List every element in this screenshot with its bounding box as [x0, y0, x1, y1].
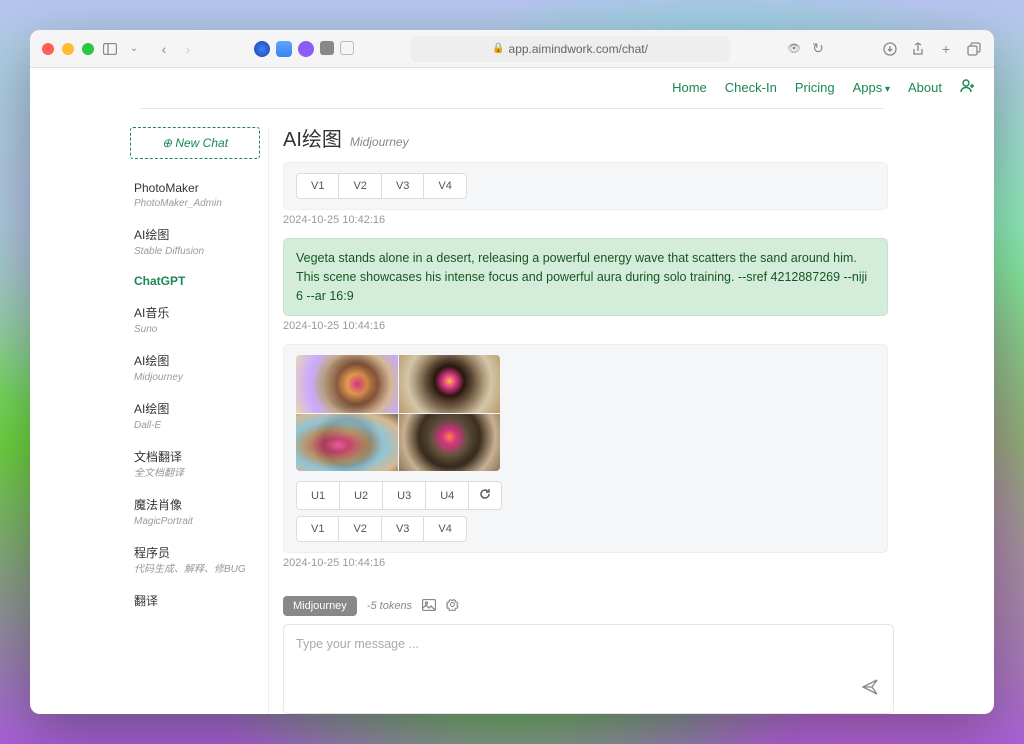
window-controls [42, 43, 94, 55]
nav-pricing[interactable]: Pricing [795, 80, 835, 95]
generated-image-3[interactable] [296, 414, 398, 472]
nav-about[interactable]: About [908, 80, 942, 95]
share-icon[interactable] [910, 41, 926, 57]
extension-icon-5[interactable] [340, 41, 354, 55]
generated-image-1[interactable] [296, 355, 398, 413]
sidebar-item-photomaker[interactable]: PhotoMaker PhotoMaker_Admin [130, 173, 260, 218]
extension-icon-3[interactable] [298, 41, 314, 57]
tabs-icon[interactable] [966, 41, 982, 57]
sidebar-toggle-icon[interactable] [102, 41, 118, 57]
sidebar-item-aidraw-sd[interactable]: AI绘图 Stable Diffusion [130, 218, 260, 266]
message-input-box [283, 624, 894, 714]
chat-subtitle: Midjourney [350, 135, 409, 149]
main-area: New Chat PhotoMaker PhotoMaker_Admin AI绘… [30, 109, 994, 714]
new-tab-icon[interactable]: + [938, 41, 954, 57]
upscale-buttons-row: U1 U2 U3 U4 [296, 481, 875, 510]
message-timestamp: 2024-10-25 10:44:16 [283, 557, 888, 569]
close-window-button[interactable] [42, 43, 54, 55]
sidebar-item-magicportrait[interactable]: 魔法肖像 MagicPortrait [130, 488, 260, 536]
assistant-message-image: U1 U2 U3 U4 V1 V2 V3 V4 [283, 344, 888, 553]
new-chat-button[interactable]: New Chat [130, 127, 260, 159]
generated-image-grid[interactable] [296, 355, 500, 471]
settings-icon[interactable] [446, 598, 459, 614]
variation-buttons-row: V1 V2 V3 V4 [296, 173, 875, 199]
messages-area: V1 V2 V3 V4 2024-10-25 10:42:16 Vegeta s… [283, 162, 894, 588]
nav-apps[interactable]: Apps [853, 80, 890, 95]
sidebar: New Chat PhotoMaker PhotoMaker_Admin AI绘… [130, 109, 260, 714]
generated-image-2[interactable] [399, 355, 501, 413]
v4-button[interactable]: V4 [424, 516, 466, 542]
browser-window: ⌄ ‹ › 🔒 app.aimindwork.com/chat/ 👁 ↻ + [30, 30, 994, 714]
send-icon [861, 678, 879, 696]
top-nav: Home Check-In Pricing Apps About [30, 68, 994, 108]
chat-title: AI绘图 [283, 123, 342, 152]
u2-button[interactable]: U2 [340, 481, 383, 510]
extension-icon-2[interactable] [276, 41, 292, 57]
user-add-icon[interactable] [960, 78, 976, 97]
user-prompt-text: Vegeta stands alone in a desert, releasi… [296, 251, 867, 303]
v4-button[interactable]: V4 [424, 173, 466, 199]
download-icon[interactable] [882, 41, 898, 57]
mode-badge[interactable]: Midjourney [283, 596, 357, 616]
user-message: Vegeta stands alone in a desert, releasi… [283, 238, 888, 316]
nav-home[interactable]: Home [672, 80, 707, 95]
refresh-icon [479, 488, 491, 500]
reload-icon[interactable]: ↻ [810, 41, 826, 57]
refresh-button[interactable] [469, 481, 502, 510]
send-button[interactable] [861, 678, 879, 701]
app-content: Home Check-In Pricing Apps About New Cha… [30, 68, 994, 714]
v3-button[interactable]: V3 [382, 173, 424, 199]
input-meta: Midjourney -5 tokens [283, 596, 894, 616]
sidebar-item-doctranslate[interactable]: 文档翻译 全文档翻译 [130, 440, 260, 488]
token-cost: -5 tokens [367, 600, 412, 612]
v2-button[interactable]: V2 [339, 173, 381, 199]
title-bar: ⌄ ‹ › 🔒 app.aimindwork.com/chat/ 👁 ↻ + [30, 30, 994, 68]
minimize-window-button[interactable] [62, 43, 74, 55]
message-timestamp: 2024-10-25 10:44:16 [283, 320, 888, 332]
input-section: Midjourney -5 tokens [283, 588, 894, 714]
sidebar-item-aimusic[interactable]: AI音乐 Suno [130, 296, 260, 344]
lock-icon: 🔒 [492, 43, 504, 54]
sidebar-item-programmer[interactable]: 程序员 代码生成、解释、修BUG [130, 536, 260, 584]
reader-icon[interactable]: 👁 [786, 41, 802, 57]
generated-image-4[interactable] [399, 414, 501, 472]
chat-header: AI绘图 Midjourney [283, 123, 894, 152]
address-bar[interactable]: 🔒 app.aimindwork.com/chat/ [410, 36, 730, 62]
message-input[interactable] [296, 637, 881, 679]
sidebar-item-translate[interactable]: 翻译 [130, 584, 260, 617]
sidebar-item-aidraw-dalle[interactable]: AI绘图 Dall-E [130, 392, 260, 440]
forward-button[interactable]: › [180, 41, 196, 57]
sidebar-item-aidraw-mj[interactable]: AI绘图 Midjourney [130, 344, 260, 392]
maximize-window-button[interactable] [82, 43, 94, 55]
u1-button[interactable]: U1 [296, 481, 340, 510]
assistant-message: V1 V2 V3 V4 [283, 162, 888, 210]
vertical-divider [268, 127, 269, 714]
nav-checkin[interactable]: Check-In [725, 80, 777, 95]
v1-button[interactable]: V1 [296, 516, 339, 542]
u4-button[interactable]: U4 [426, 481, 469, 510]
url-text: app.aimindwork.com/chat/ [509, 42, 648, 56]
u3-button[interactable]: U3 [383, 481, 426, 510]
back-button[interactable]: ‹ [156, 41, 172, 57]
variation-buttons-row-2: V1 V2 V3 V4 [296, 516, 875, 542]
sidebar-item-chatgpt[interactable]: ChatGPT [130, 266, 260, 296]
v1-button[interactable]: V1 [296, 173, 339, 199]
chevron-down-icon[interactable]: ⌄ [126, 41, 142, 57]
image-attach-icon[interactable] [422, 599, 436, 614]
v2-button[interactable]: V2 [339, 516, 381, 542]
v3-button[interactable]: V3 [382, 516, 424, 542]
chat-panel: AI绘图 Midjourney V1 V2 V3 V4 2024-10-25 1… [283, 109, 894, 714]
extension-icon-4[interactable] [320, 41, 334, 55]
extension-icon-1[interactable] [254, 41, 270, 57]
message-timestamp: 2024-10-25 10:42:16 [283, 214, 888, 226]
